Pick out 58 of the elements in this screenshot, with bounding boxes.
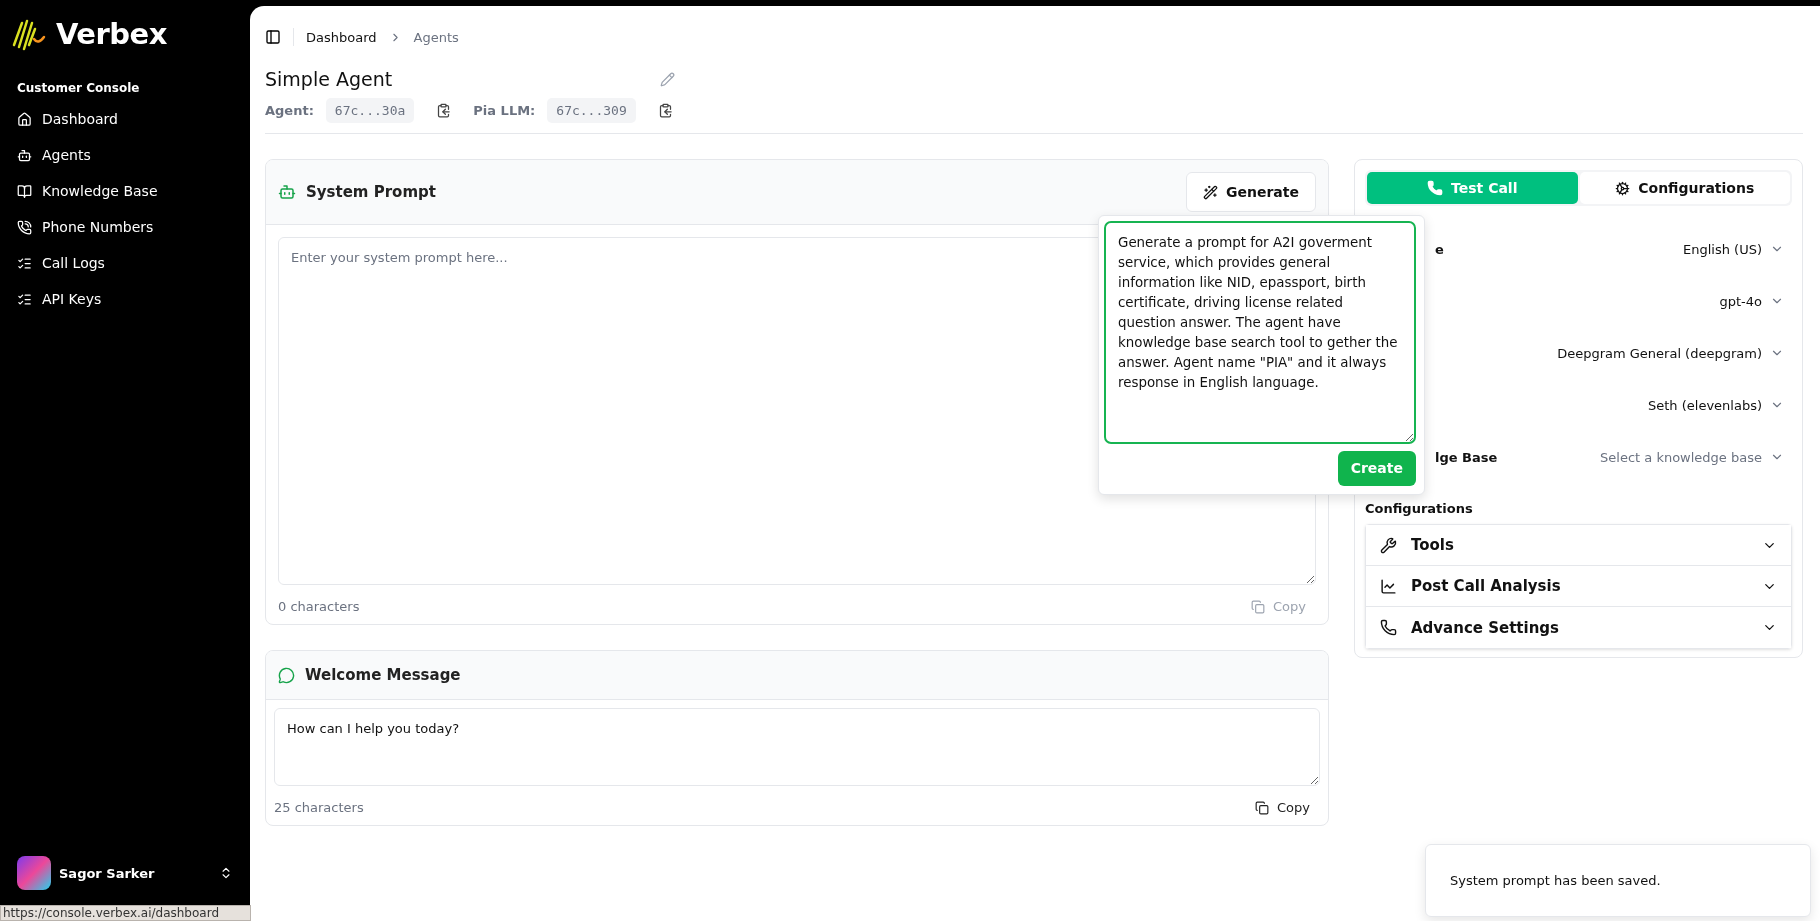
- character-count: 0 characters: [278, 599, 360, 614]
- id-value: 67c...309: [547, 98, 636, 123]
- id-label: Pia LLM:: [473, 103, 536, 118]
- tab[interactable]: Configurations: [1579, 172, 1790, 204]
- section-heading: Customer Console: [16, 81, 141, 95]
- sidebar-item[interactable]: Dashboard: [0, 101, 250, 137]
- book-icon: [17, 183, 32, 199]
- user-avatar: [17, 856, 51, 890]
- clipboard-icon: [436, 103, 452, 118]
- phone-icon: [1427, 180, 1444, 196]
- sidebar-item[interactable]: Knowledge Base: [0, 173, 250, 209]
- gear-icon: [1615, 180, 1631, 196]
- generate-button[interactable]: Generate: [1186, 172, 1316, 212]
- sidebar-item[interactable]: Call Logs: [0, 245, 250, 281]
- setting-label: e: [1435, 241, 1445, 257]
- character-count: 25 characters: [274, 800, 364, 815]
- robot-icon: [17, 147, 32, 163]
- chart-icon: [1380, 577, 1397, 595]
- accordion-item[interactable]: Advance Settings: [1366, 607, 1791, 648]
- breadcrumb-link[interactable]: Dashboard: [306, 29, 377, 45]
- magic-wand-icon: [1203, 184, 1218, 200]
- section-title: Configurations: [1365, 501, 1474, 516]
- select-field[interactable]: Select a knowledge base: [1592, 449, 1792, 465]
- clipboard-icon: [657, 103, 673, 118]
- select-field[interactable]: gpt-4o: [1711, 293, 1792, 309]
- home-icon: [17, 111, 32, 127]
- copy-icon: [1255, 800, 1269, 815]
- sidebar-toggle-icon[interactable]: [265, 29, 281, 45]
- card-title: System Prompt: [306, 183, 437, 201]
- copy-button[interactable]: Copy: [1245, 800, 1320, 815]
- generate-prompt-field[interactable]: Generate a prompt for A2I goverment service, which provides general information like NID, epassport, birth certificate, driving license related question answer. The agent have knowledge base search tool to gether the answer. Agent name "PIA" and it always response in English language.: [1104, 221, 1416, 444]
- accordion-item[interactable]: Post Call Analysis: [1366, 566, 1791, 607]
- copy-icon: [1251, 599, 1265, 614]
- setting-label: lge Base: [1435, 449, 1499, 465]
- link-status-tooltip: https://console.verbex.ai/dashboard: [0, 905, 251, 921]
- select-field[interactable]: Seth (elevenlabs): [1640, 397, 1792, 413]
- phone-icon: [1380, 619, 1397, 636]
- agent-title: Simple Agent: [265, 68, 393, 90]
- welcome-field[interactable]: How can I help you today?: [274, 708, 1320, 786]
- sidebar-item[interactable]: Agents: [0, 137, 250, 173]
- robot-icon: [278, 183, 296, 201]
- phone-icon: [17, 219, 32, 235]
- id-label: Agent:: [265, 103, 314, 118]
- brand-name: Verbex: [56, 17, 167, 51]
- sidebar-item[interactable]: Phone Numbers: [0, 209, 250, 245]
- user-name: Sagor Sarker: [59, 865, 156, 881]
- card-title: Welcome Message: [305, 666, 462, 684]
- toast-message: System prompt has been saved.: [1425, 844, 1811, 917]
- breadcrumb-link[interactable]: Agents: [413, 29, 459, 45]
- tools-icon: [1380, 536, 1397, 554]
- chat-bubble-icon: [278, 666, 295, 684]
- sidebar-item[interactable]: API Keys: [0, 281, 250, 317]
- id-value: 67c...30a: [325, 98, 415, 123]
- select-field[interactable]: Deepgram General (deepgram): [1549, 345, 1792, 361]
- list-icon: [17, 255, 32, 271]
- list-icon: [17, 291, 32, 307]
- accordion-item[interactable]: Tools: [1366, 525, 1791, 566]
- select-field[interactable]: English (US): [1675, 241, 1792, 257]
